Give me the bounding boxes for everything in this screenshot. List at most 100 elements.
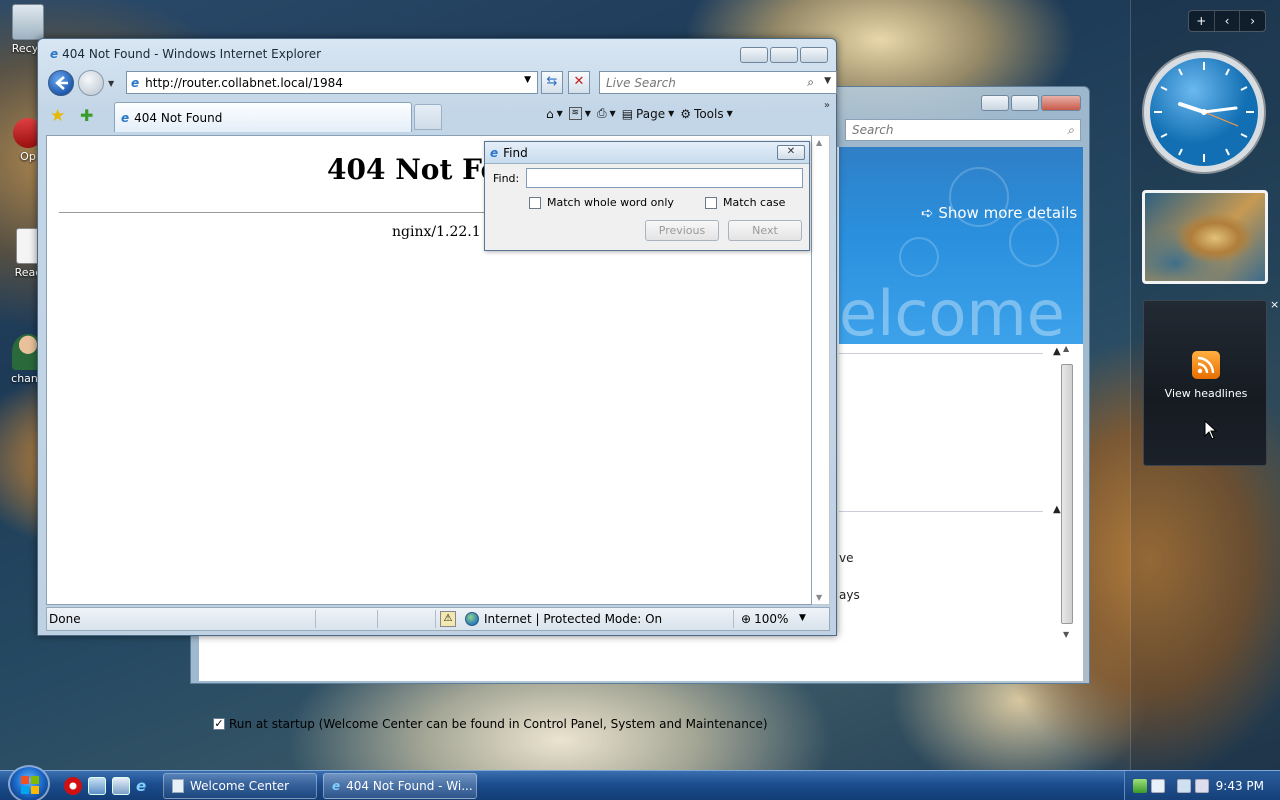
mouse-cursor-icon [1204,420,1218,440]
welcome-search-input[interactable]: Search ⌕ [845,119,1081,141]
welcome-watermark: elcome [839,277,1065,344]
slideshow-gadget[interactable] [1142,190,1268,284]
minimize-button[interactable] [981,95,1009,111]
home-icon: ⌂ [546,106,554,121]
ie-quicklaunch-icon[interactable]: e [136,777,154,795]
find-input[interactable] [526,168,803,188]
page-icon: e [121,110,130,125]
volume-icon[interactable] [1195,779,1209,793]
clock-time[interactable]: 9:43 PM [1216,779,1264,793]
switch-windows-icon[interactable] [112,777,130,795]
taskbar: e Welcome Center e 404 Not Found - Wi...… [0,765,1280,800]
prev-page-button[interactable]: ‹ [1215,11,1241,31]
system-tray: 9:43 PM [1124,771,1280,800]
refresh-button[interactable]: ⇆ [541,71,563,94]
back-button[interactable] [48,70,74,96]
gadget-close-icon[interactable]: × [1270,298,1279,311]
address-dropdown[interactable]: ▼ [524,75,531,85]
tray-app-icon[interactable] [1151,779,1165,793]
add-gadget-button[interactable]: + [1189,11,1215,31]
forward-button[interactable] [78,70,104,96]
zoom-icon: ⊕ [741,612,752,626]
run-at-startup-checkbox[interactable]: ✓ Run at startup (Welcome Center can be … [213,717,768,731]
recent-pages-dropdown[interactable]: ▼ [108,79,114,88]
find-titlebar: e Find [485,142,809,164]
match-case-checkbox[interactable]: Match case [705,196,785,209]
checkbox-unchecked[interactable] [529,196,541,209]
search-icon[interactable]: ⌕ [807,75,814,90]
sidebar-controls: + ‹ › [1188,10,1266,32]
windows-logo-icon [21,776,39,794]
tools-menu[interactable]: ⚙ Tools ▼ [680,107,732,121]
live-search-input[interactable]: Live Search ⌕ ▼ [599,71,837,94]
task-welcome-center[interactable]: Welcome Center [163,773,317,799]
desktop-icon-label: Op [20,150,36,163]
maximize-button[interactable] [770,47,798,63]
network-icon[interactable] [1177,779,1191,793]
zoom-dropdown[interactable]: ▼ [799,613,806,623]
window-title: e 404 Not Found - Windows Internet Explo… [50,47,322,61]
status-text: Done [49,612,81,626]
find-close-button[interactable]: ✕ [777,145,805,160]
new-tab-button[interactable] [414,104,442,130]
search-options-dropdown[interactable]: ▼ [824,76,831,86]
start-button[interactable] [8,765,50,800]
view-headlines-link[interactable]: View headlines [1144,387,1268,400]
ie-window: e 404 Not Found - Windows Internet Explo… [37,38,837,636]
ie-icon: e [50,47,59,61]
feed-headlines-gadget[interactable]: View headlines [1143,300,1267,466]
globe-icon [465,612,479,626]
search-icon[interactable]: ⌕ [1067,123,1074,138]
tab-404-not-found[interactable]: e 404 Not Found [114,102,412,132]
tab-row: ★ ✚ e 404 Not Found ⌂ ▼ ≋ ▼ ⎙ ▼ ▤ Page ▼ ⚙ Too… [46,100,830,132]
page-menu[interactable]: ▤ Page ▼ [622,107,675,121]
maximize-button[interactable] [1011,95,1039,111]
recycle-bin-icon [12,4,44,40]
page-icon: e [131,75,140,90]
address-bar[interactable]: e http://router.collabnet.local/1984 ▼ [126,71,538,94]
text-fragment: ve [839,551,854,565]
window-icon [172,779,184,793]
security-icon[interactable]: ⚠ [440,611,456,627]
text-fragment: ays [839,588,860,602]
task-internet-explorer[interactable]: e 404 Not Found - Wi... [323,773,477,799]
stop-button[interactable]: ✕ [568,71,590,94]
vertical-scrollbar[interactable]: ▲ ▼ [1059,344,1075,644]
clock-gadget[interactable] [1140,48,1268,176]
next-page-button[interactable]: › [1240,11,1265,31]
find-previous-button[interactable]: Previous [645,220,719,241]
minimize-button[interactable] [740,47,768,63]
security-zone[interactable]: Internet | Protected Mode: On [465,612,662,626]
show-desktop-icon[interactable] [88,777,106,795]
back-arrow-icon [55,76,68,90]
page-icon: ▤ [621,106,634,121]
favorites-star-icon[interactable]: ★ [50,106,65,126]
match-whole-word-checkbox[interactable]: Match whole word only [529,196,674,209]
scrollbar-thumb[interactable] [1061,364,1073,624]
show-more-details-link[interactable]: ➪ Show more details [921,204,1077,222]
gear-icon: ⚙ [680,106,692,121]
feeds-button[interactable]: ≋ ▼ [568,107,591,120]
toolbar-overflow-icon[interactable]: » [824,100,830,111]
command-bar: ⌂ ▼ ≋ ▼ ⎙ ▼ ▤ Page ▼ ⚙ Tools ▼ [546,106,733,121]
address-text: http://router.collabnet.local/1984 [145,75,343,90]
home-button[interactable]: ⌂ ▼ [546,107,563,121]
close-button[interactable] [1041,95,1081,111]
welcome-banner: ➪ Show more details elcome [839,147,1083,344]
opera-icon[interactable] [64,777,82,795]
printer-icon: ⎙ [596,106,607,120]
checkbox-unchecked[interactable] [705,196,717,209]
close-button[interactable] [800,47,828,63]
security-center-icon[interactable] [1133,779,1147,793]
find-dialog: e Find ✕ Find: Match whole word only Mat… [484,141,810,251]
ie-icon: e [490,145,499,160]
zoom-level[interactable]: ⊕ 100% [741,612,788,626]
find-label: Find: [493,172,520,185]
feed-icon: ≋ [568,107,582,120]
rss-icon [1192,351,1220,379]
add-favorites-icon[interactable]: ✚ [80,106,93,125]
find-next-button[interactable]: Next [728,220,802,241]
vertical-scrollbar[interactable]: ▲ ▼ [812,135,830,605]
print-button[interactable]: ⎙ ▼ [597,106,616,121]
checkbox-checked[interactable]: ✓ [213,718,225,730]
